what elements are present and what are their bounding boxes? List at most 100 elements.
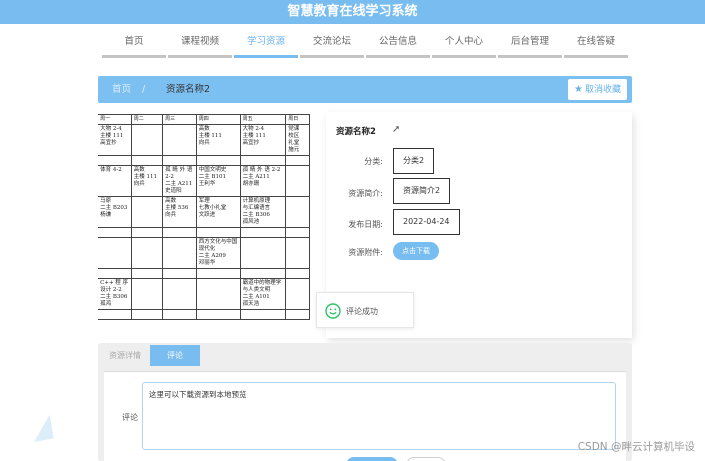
schedule-cell: 党课 校区 礼堂 施元 [285, 124, 310, 156]
download-button[interactable]: 点击下载 [393, 242, 439, 260]
schedule-cell [98, 309, 132, 320]
schedule-cell [285, 309, 310, 320]
schedule-row: 马原 二主 B203 杨谦 高数 主楼 536 向兵 军理 七教小礼堂 文跃进 计算机… [98, 196, 310, 228]
schedule-header-cell: 周五 [239, 114, 287, 125]
schedule-cell [130, 227, 164, 238]
tab-comment[interactable]: 评论 [150, 345, 200, 366]
category-value: 分类2 [393, 148, 435, 174]
schedule-table: 次 周一 周二 周三 周四 周五 周日 大物 2-4 主楼 111 高宜抄高数 … [98, 114, 310, 320]
resource-info-card: 资源名称2 ➚ 分类: 分类2 资源简介: 资源简介2 发布日期: 2022-0… [316, 112, 632, 338]
nav-item-home[interactable]: 首页 [102, 32, 166, 58]
nav-item-online-qa[interactable]: 在线答疑 [564, 32, 628, 58]
schedule-cell [162, 227, 197, 238]
breadcrumb-home[interactable]: 首页 [112, 76, 131, 103]
schedule-row: 西方文化与中国现代化 二主 A209 邓丽华 [98, 237, 310, 269]
schedule-cell: C++ 程 序 设计 2-2 二主 B306 孤鸿 [98, 278, 132, 310]
schedule-cell [195, 268, 241, 279]
nav-item-admin[interactable]: 后台管理 [498, 32, 562, 58]
schedule-cell [195, 155, 241, 166]
schedule-row [98, 268, 310, 279]
category-label: 分类: [364, 157, 383, 166]
reset-button[interactable] [406, 457, 446, 461]
schedule-cell: 中国文明史 二主 B101 王利华 [195, 165, 241, 197]
date-value: 2022-04-24 [393, 209, 460, 235]
app-title: 智慧教育在线学习系统 [0, 0, 705, 24]
schedule-cell [285, 278, 310, 310]
schedule-cell [130, 155, 164, 166]
success-toast: 评论成功 [316, 292, 414, 328]
watermark: CSDN @畔云计算机毕设 [577, 441, 695, 453]
schedule-row: C++ 程 序 设计 2-2 二主 B306 孤鸿 霸道中的物理学与人类文明 二主… [98, 278, 310, 310]
schedule-cell [162, 237, 197, 269]
submit-button[interactable] [346, 457, 398, 461]
schedule-cell [130, 196, 164, 228]
nav-item-course-videos[interactable]: 课程视频 [168, 32, 232, 58]
schedule-cell [130, 278, 164, 310]
schedule-cell: 计算机原理 与汇编语言 二主 B306 孤风池 [239, 196, 287, 228]
schedule-cell [285, 196, 310, 228]
tab-resource-details[interactable]: 资源详情 [100, 345, 150, 366]
schedule-cell [162, 278, 197, 310]
schedule-cell [239, 237, 287, 269]
intro-value: 资源简介2 [393, 178, 451, 204]
schedule-cell [98, 155, 132, 166]
star-icon: ★ [574, 84, 583, 95]
breadcrumb-current: 资源名称2 [166, 84, 211, 95]
toast-message: 评论成功 [346, 307, 378, 316]
schedule-cell [195, 227, 241, 238]
schedule-cell [285, 237, 310, 269]
attachment-label: 资源附件: [348, 248, 383, 257]
schedule-cell: 大物 2-4 主楼 111 高宜抄 [98, 124, 132, 156]
nav-item-announcements[interactable]: 公告信息 [366, 32, 430, 58]
breadcrumb-separator: / [142, 84, 146, 95]
schedule-cell [285, 155, 310, 166]
page: { "header": { "title": "智慧教育在线学习系统" }, "… [0, 0, 705, 461]
comment-label: 评论 [122, 413, 138, 422]
schedule-cell: 体育 4-2 [98, 165, 132, 197]
schedule-cell: 孤 睛 外 语 2-2 二主 A211 胡亦珊 [239, 165, 287, 197]
schedule-cell: 高数 主楼 111 向兵 [130, 165, 164, 197]
schedule-header-row: 次 周一 周二 周三 周四 周五 周日 [98, 114, 310, 125]
schedule-cell [98, 237, 132, 269]
schedule-cell [130, 309, 164, 320]
schedule-cell [239, 309, 287, 320]
schedule-cell [285, 268, 310, 279]
decorative-corner-shape [10, 414, 54, 446]
breadcrumb-bar: 首页 / 资源名称2 ★ 取消收藏 [98, 76, 632, 103]
schedule-cell: 孤 睛 外 语 2-2 二主 A211 史道阳 [162, 165, 197, 197]
main-nav: 首页 课程视频 学习资源 交流论坛 公告信息 个人中心 后台管理 在线答疑 [0, 32, 705, 58]
schedule-cell [195, 309, 241, 320]
schedule-cell [285, 165, 310, 197]
nav-item-personal-center[interactable]: 个人中心 [432, 32, 496, 58]
schedule-header-cell: 周二 [130, 114, 164, 125]
schedule-cell [162, 268, 197, 279]
nav-item-learning-resources[interactable]: 学习资源 [234, 32, 298, 58]
schedule-cell [239, 268, 287, 279]
schedule-header-cell: 周一 [98, 114, 132, 125]
schedule-cell [285, 227, 310, 238]
comment-panel: 评论 这里可以下载资源到本地预览 [104, 371, 626, 461]
smile-icon [325, 303, 341, 319]
schedule-cell: 大物 2-4 主楼 111 高宜抄 [239, 124, 287, 156]
schedule-row: 大物 2-4 主楼 111 高宜抄 高数 主楼 111 向兵 大物 2-4 主楼 1… [98, 124, 310, 156]
resource-image: 次 周一 周二 周三 周四 周五 周日 大物 2-4 主楼 111 高宜抄高数 … [98, 112, 326, 332]
nav-item-forum[interactable]: 交流论坛 [300, 32, 364, 58]
schedule-cell [162, 124, 197, 156]
cancel-collect-button[interactable]: ★ 取消收藏 [568, 79, 627, 100]
schedule-cell: 高数 主楼 111 向兵 [195, 124, 241, 156]
schedule-row [98, 227, 310, 238]
schedule-header-cell: 周三 [162, 114, 197, 125]
intro-label: 资源简介: [348, 189, 383, 198]
schedule-cell: 西方文化与中国现代化 二主 A209 邓丽华 [195, 237, 241, 269]
comment-textarea[interactable]: 这里可以下载资源到本地预览 [142, 382, 616, 450]
schedule-cell [98, 227, 132, 238]
schedule-cell [239, 155, 287, 166]
schedule-header-cell: 周四 [195, 114, 241, 125]
schedule-cell [239, 227, 287, 238]
schedule-cell: 高数 主楼 536 向兵 [162, 196, 197, 228]
schedule-header-cell: 周日 [285, 114, 310, 125]
schedule-cell [130, 124, 164, 156]
schedule-cell [162, 309, 197, 320]
schedule-cell [130, 237, 164, 269]
schedule-cell: 马原 二主 B203 杨谦 [98, 196, 132, 228]
